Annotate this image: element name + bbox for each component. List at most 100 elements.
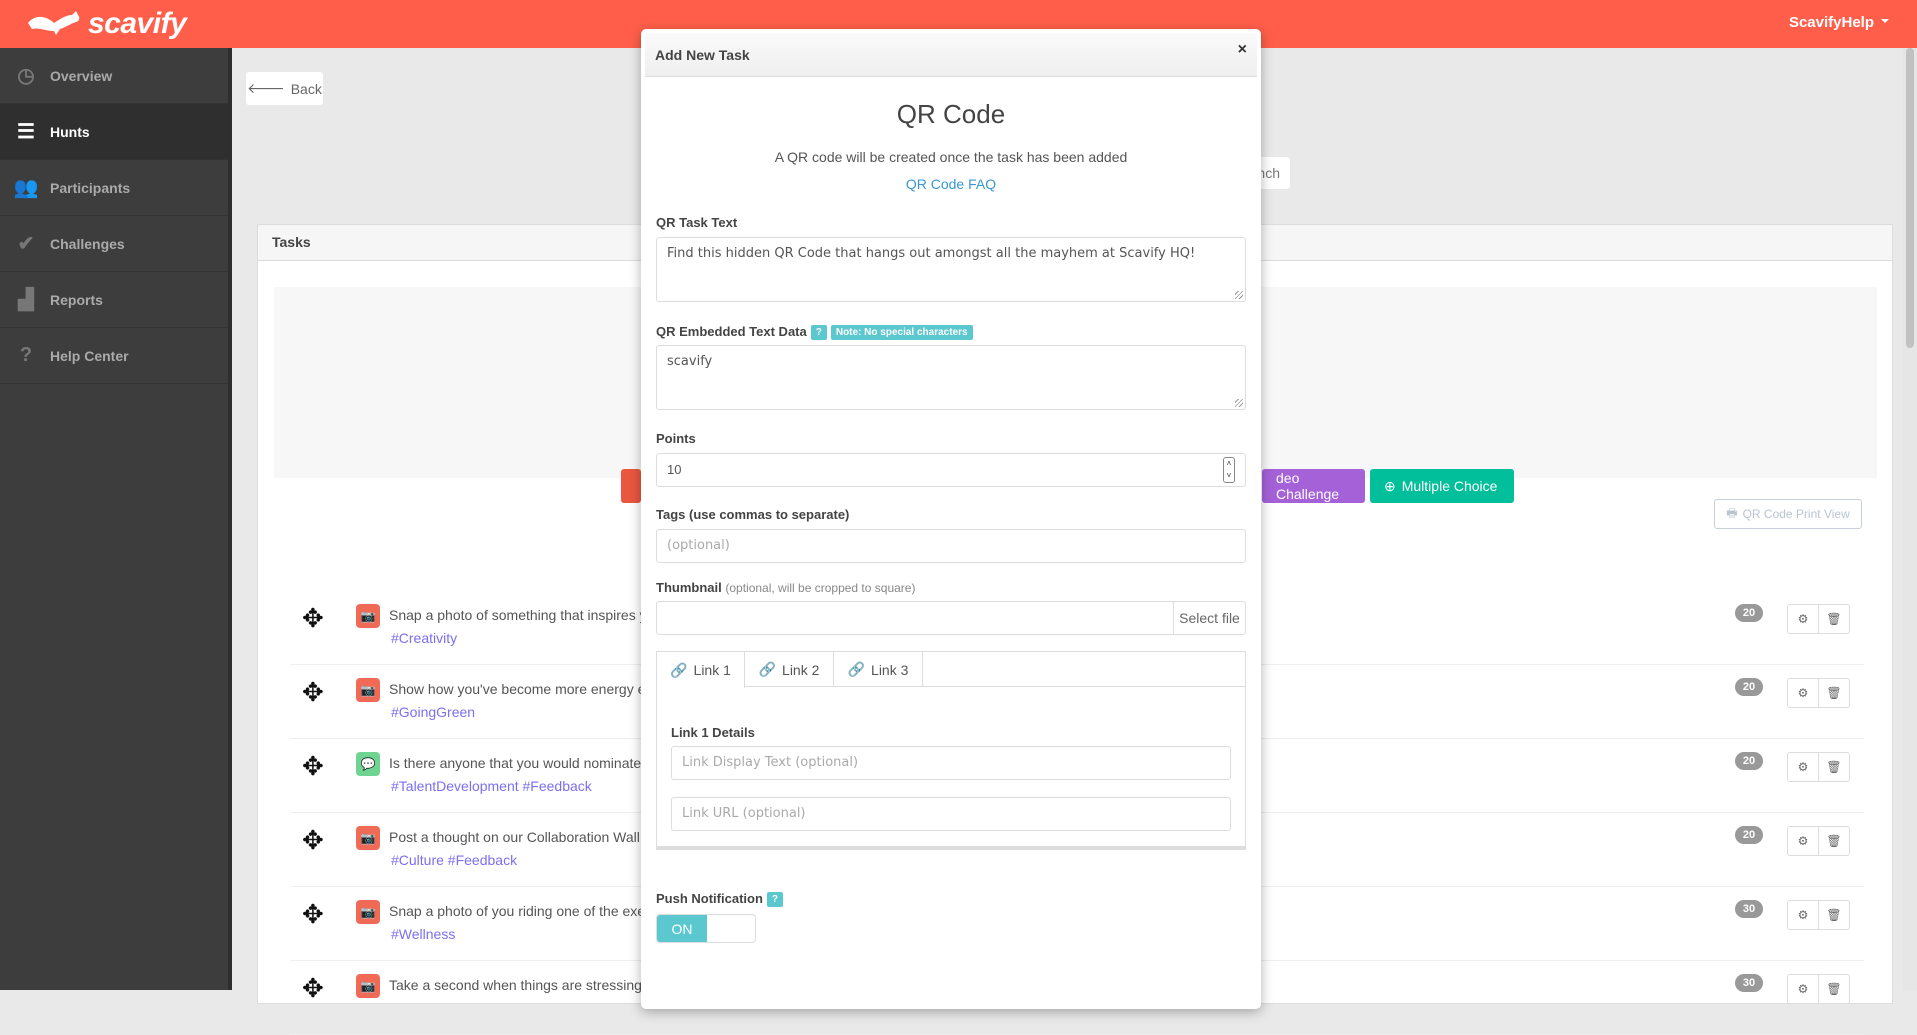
trash-icon[interactable]: 🗑 [1818, 605, 1849, 633]
resize-handle-icon[interactable] [1235, 291, 1243, 299]
button-label: Multiple Choice [1401, 478, 1498, 494]
trash-icon[interactable]: 🗑 [1818, 901, 1849, 929]
select-file-button[interactable]: Select file [1173, 602, 1245, 634]
gear-icon[interactable]: ⚙ [1788, 605, 1818, 633]
task-tags[interactable]: #Wellness [391, 926, 455, 942]
scavify-logo[interactable]: scavify [26, 6, 187, 42]
textarea-value: scavify [667, 354, 713, 369]
points-badge: 20 [1735, 826, 1763, 844]
trash-icon[interactable]: 🗑 [1818, 753, 1849, 781]
qr-faq-link: QR Code FAQ [641, 176, 1261, 192]
add-video-challenge-button[interactable]: deo Challenge [1262, 469, 1365, 503]
task-actions: ⚙ 🗑 [1787, 900, 1850, 930]
sidebar-item-hunts[interactable]: ☰ Hunts [0, 104, 228, 160]
arrow-left-icon: 🡐 [247, 80, 285, 96]
list-icon: ☰ [17, 121, 35, 143]
tab-link-3[interactable]: 🔗 Link 3 [834, 652, 923, 687]
print-icon: 🖶 [1726, 505, 1738, 520]
trash-icon[interactable]: 🗑 [1818, 827, 1849, 855]
gear-icon[interactable]: ⚙ [1788, 901, 1818, 929]
resize-handle-icon[interactable] [1235, 399, 1243, 407]
modal-header: Add New Task [645, 33, 1257, 77]
drag-handle-icon[interactable]: ✥ [302, 975, 324, 1001]
close-icon[interactable]: × [1238, 41, 1247, 59]
drag-handle-icon[interactable]: ✥ [302, 901, 324, 927]
task-tags[interactable]: #Culture #Feedback [391, 852, 517, 868]
thumbnail-file-input[interactable]: Select file [656, 601, 1246, 635]
task-tags[interactable]: #TalentDevelopment #Feedback [391, 778, 592, 794]
check-circle-icon: ✔ [17, 233, 35, 255]
drag-handle-icon[interactable]: ✥ [302, 753, 324, 779]
sidebar-item-overview[interactable]: ◷ Overview [0, 48, 228, 104]
points-badge: 30 [1735, 900, 1763, 918]
task-text: Take a second when things are stressing [389, 977, 642, 993]
drag-handle-icon[interactable]: ✥ [302, 827, 324, 853]
points-input[interactable]: 10 ˄ ˅ [656, 453, 1246, 487]
drag-handle-icon[interactable]: ✥ [302, 679, 324, 705]
help-icon[interactable]: ? [810, 325, 827, 340]
task-text: Show how you've become more energy e [389, 681, 646, 697]
points-value: 10 [667, 462, 682, 477]
add-task-button-hidden[interactable] [621, 469, 641, 503]
label-text: QR Embedded Text Data [656, 324, 807, 339]
task-text: Is there anyone that you would nominate [389, 755, 642, 771]
gear-icon[interactable]: ⚙ [1788, 975, 1818, 1003]
link-url-input[interactable]: Link URL (optional) [671, 797, 1231, 831]
textarea-value: Find this hidden QR Code that hangs out … [667, 246, 1196, 261]
points-label: Points [656, 431, 696, 446]
placeholder: Link URL (optional) [682, 806, 806, 821]
gear-icon[interactable]: ⚙ [1788, 753, 1818, 781]
sidebar-item-help-center[interactable]: ? Help Center [0, 328, 228, 384]
link-icon: 🔗 [758, 661, 777, 677]
page-scrollbar[interactable] [1903, 48, 1917, 990]
drag-handle-icon[interactable]: ✥ [302, 605, 324, 631]
trash-icon[interactable]: 🗑 [1818, 679, 1849, 707]
link-icon: 🔗 [670, 661, 688, 678]
links-tab-panel: 🔗 Link 1 🔗 Link 2 🔗 Link 3 Link 1 Details L… [656, 651, 1246, 850]
faq-link-text[interactable]: QR Code FAQ [906, 176, 996, 192]
plus-circle-icon: ⊕ [1384, 477, 1396, 494]
push-notification-label: Push Notification? [656, 891, 783, 907]
tab-link-2[interactable]: 🔗 Link 2 [745, 652, 834, 687]
sidebar-item-reports[interactable]: ▟ Reports [0, 272, 228, 328]
squirrel-logo-icon [28, 11, 80, 35]
scrollbar-thumb[interactable] [1906, 48, 1914, 348]
add-multiple-choice-button[interactable]: ⊕ Multiple Choice [1370, 469, 1514, 503]
task-actions: ⚙ 🗑 [1787, 826, 1850, 856]
back-button[interactable]: 🡐 Back [246, 72, 323, 105]
task-text: Snap a photo of something that inspires … [389, 607, 647, 623]
qr-embedded-label: QR Embedded Text Data? Note: No special c… [656, 324, 973, 340]
number-stepper-icon[interactable]: ˄ ˅ [1223, 457, 1235, 483]
gear-icon[interactable]: ⚙ [1788, 679, 1818, 707]
sidebar-item-label: Hunts [50, 123, 90, 140]
task-tags[interactable]: #GoingGreen [391, 704, 475, 720]
gear-icon[interactable]: ⚙ [1788, 827, 1818, 855]
camera-icon: 📷 [356, 900, 380, 924]
users-icon: 👥 [13, 177, 39, 199]
tab-link-1[interactable]: 🔗 Link 1 [657, 652, 745, 688]
sidebar-item-participants[interactable]: 👥 Participants [0, 160, 228, 216]
bar-chart-icon: ▟ [18, 289, 34, 311]
push-notification-toggle[interactable]: ON [656, 914, 756, 943]
points-badge: 20 [1735, 752, 1763, 770]
qr-description: A QR code will be created once the task … [774, 149, 1128, 165]
sidebar-item-label: Overview [50, 67, 113, 84]
sidebar-item-label: Participants [50, 179, 131, 196]
trash-icon[interactable]: 🗑 [1818, 975, 1849, 1003]
label-text: Push Notification [656, 891, 763, 906]
tab-label: Link 3 [871, 661, 909, 678]
help-icon[interactable]: ? [766, 892, 783, 907]
user-menu[interactable]: ScavifyHelp [1789, 14, 1889, 31]
sidebar-item-challenges[interactable]: ✔ Challenges [0, 216, 228, 272]
tags-input[interactable]: (optional) [656, 529, 1246, 563]
qr-task-text-input[interactable]: Find this hidden QR Code that hangs out … [656, 237, 1246, 302]
camera-icon: 📷 [356, 826, 380, 850]
task-actions: ⚙ 🗑 [1787, 974, 1850, 1004]
points-badge: 30 [1735, 974, 1763, 992]
task-tags[interactable]: #Creativity [391, 630, 457, 646]
qr-code-print-view-button[interactable]: 🖶 QR Code Print View [1714, 499, 1862, 529]
task-type-heading: QR Code [896, 99, 1006, 129]
link-display-text-input[interactable]: Link Display Text (optional) [671, 746, 1231, 780]
sidebar-item-label: Challenges [50, 235, 125, 252]
qr-embedded-input[interactable]: scavify [656, 345, 1246, 410]
